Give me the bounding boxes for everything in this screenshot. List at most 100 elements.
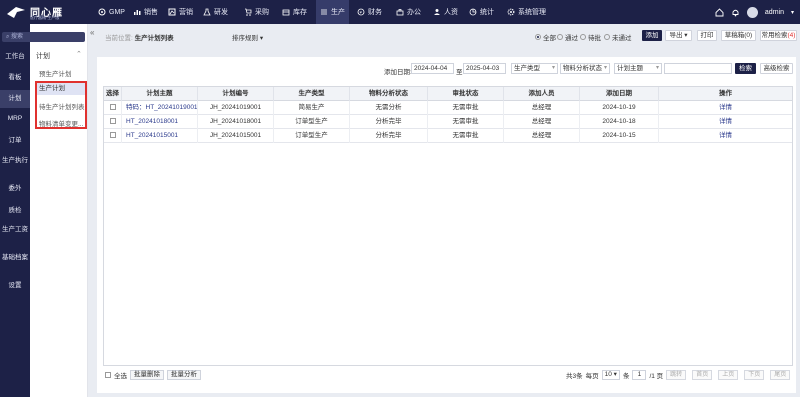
nav-stats[interactable]: 统计: [469, 0, 494, 24]
common-search-label: 常用检索: [761, 32, 788, 39]
table-row[interactable]: HT_20241015001 JH_20241015001 订单型生产 分析完毕…: [104, 129, 792, 143]
row-checkbox[interactable]: [109, 118, 116, 125]
date-from-input[interactable]: 2024-04-04: [411, 63, 454, 74]
material-cell: 无需分析: [350, 101, 428, 115]
detail-link[interactable]: 详情: [719, 118, 732, 125]
radio-rejected[interactable]: 未通过: [604, 32, 632, 42]
detail-link[interactable]: 详情: [719, 132, 732, 139]
table-row[interactable]: 特码：HT_20241019001 JH_20241019001 简易生产 无需…: [104, 101, 792, 115]
radio-label: 未通过: [612, 35, 632, 42]
radio-label: 待批: [588, 35, 601, 42]
jump-button[interactable]: 跳转: [666, 370, 687, 380]
sort-rule-dropdown[interactable]: 排序规则 ▾: [232, 32, 263, 42]
production-type-select[interactable]: 生产类型 ▾: [511, 63, 558, 74]
per-page-select[interactable]: 10 ▾: [601, 370, 620, 380]
batch-delete-button[interactable]: 批量删除: [130, 370, 164, 380]
nav-rnd[interactable]: 研发: [203, 0, 228, 24]
app-logo[interactable]: 同心雁 医疗器械·生产版: [6, 4, 90, 21]
subject-link[interactable]: 特码：HT_20241019001: [126, 104, 197, 111]
nav-gmp[interactable]: GMP: [98, 0, 125, 24]
add-button[interactable]: 添加: [642, 30, 662, 41]
page-input[interactable]: 1: [632, 370, 647, 380]
subject-link[interactable]: HT_20241015001: [126, 132, 178, 139]
code-cell: JH_20241019001: [198, 101, 274, 115]
next-page-button[interactable]: 下页: [744, 370, 765, 380]
sidebar-item-workbench[interactable]: 工作台: [0, 53, 30, 61]
gear-icon: [98, 8, 106, 16]
radio-all[interactable]: 全部: [535, 32, 556, 42]
search-icon: ⌕: [6, 34, 10, 40]
subnav-item-pending-list[interactable]: 待生产计划列表: [39, 101, 87, 111]
select-value: 物料分析状态: [563, 65, 602, 72]
nav-purchase[interactable]: 采购: [244, 0, 269, 24]
table-row[interactable]: HT_20241018001 JH_20241018001 订单型生产 分析完毕…: [104, 115, 792, 129]
nav-label: 生产: [331, 9, 345, 16]
radio-approved[interactable]: 通过: [557, 32, 578, 42]
nav-finance[interactable]: ¥ 财务: [357, 0, 382, 24]
sidebar-item-settings[interactable]: 设置: [0, 282, 30, 290]
plan-subject-select[interactable]: 计划主题 ▾: [614, 63, 662, 74]
row-checkbox[interactable]: [109, 104, 116, 111]
nav-sales[interactable]: 销售: [133, 0, 158, 24]
action-cell: 详情: [659, 129, 792, 143]
home-icon[interactable]: [715, 7, 724, 17]
select-all-label[interactable]: 全选: [114, 370, 127, 380]
last-page-button[interactable]: 尾页: [770, 370, 791, 380]
select-all-checkbox[interactable]: [105, 372, 111, 378]
advanced-search-button[interactable]: 高级检索: [760, 63, 793, 74]
sidebar-item-mrp[interactable]: MRP: [0, 115, 30, 123]
search-input[interactable]: ⌕ 搜索: [2, 32, 85, 42]
nav-marketing[interactable]: 营销: [168, 0, 193, 24]
sidebar-item-quality[interactable]: 质检: [0, 207, 30, 215]
username[interactable]: admin: [765, 9, 784, 16]
sidebar-item-outsource[interactable]: 委外: [0, 185, 30, 193]
subnav-item-plan[interactable]: 生产计划: [36, 83, 86, 95]
sidebar-item-wages[interactable]: 生产工资: [0, 226, 30, 234]
col-date: 添加日期: [580, 87, 659, 101]
sidebar-item-plan[interactable]: 计划: [0, 90, 30, 108]
nav-office[interactable]: 办公: [396, 0, 421, 24]
bell-icon[interactable]: [731, 8, 740, 17]
nav-system[interactable]: 系统管理: [507, 0, 546, 24]
nav-hr[interactable]: 人资: [433, 0, 458, 24]
radio-pending[interactable]: 待批: [580, 32, 601, 42]
chevron-up-icon[interactable]: ⌃: [76, 50, 82, 58]
draft-box-button[interactable]: 草稿箱(0): [721, 30, 756, 41]
chevron-down-icon: ▾: [259, 35, 264, 42]
subject-cell: 特码：HT_20241019001: [122, 101, 198, 115]
chevron-down-icon: ▾: [551, 65, 555, 71]
approval-cell: 无需审批: [428, 101, 504, 115]
code-cell: JH_20241018001: [198, 115, 274, 129]
detail-link[interactable]: 详情: [719, 104, 732, 111]
export-button[interactable]: 导出 ▾: [665, 30, 692, 41]
search-button[interactable]: 检索: [735, 63, 756, 74]
export-label: 导出: [669, 32, 683, 39]
chevron-down-icon: ▾: [613, 371, 617, 378]
subnav-item-pre-plan[interactable]: 预生产计划: [39, 68, 87, 78]
first-page-button[interactable]: 首页: [692, 370, 713, 380]
sidebar-item-order[interactable]: 订单: [0, 137, 30, 145]
batch-analyze-button[interactable]: 批量分析: [167, 370, 201, 380]
row-checkbox[interactable]: [109, 132, 116, 139]
material-status-select[interactable]: 物料分析状态 ▾: [560, 63, 610, 74]
nav-inventory[interactable]: 库存: [282, 0, 307, 24]
date-to-input[interactable]: 2025-04-03: [463, 63, 506, 74]
chevron-down-icon[interactable]: ▾: [791, 9, 794, 16]
avatar[interactable]: [746, 6, 758, 18]
subject-cell: HT_20241018001: [122, 115, 198, 129]
collapse-icon[interactable]: «: [90, 28, 94, 37]
sidebar-item-archives[interactable]: 基础档案: [0, 254, 30, 262]
subnav-title[interactable]: 计划: [36, 51, 50, 61]
sidebar-item-board[interactable]: 看板: [0, 74, 30, 82]
code-cell: JH_20241015001: [198, 129, 274, 143]
subject-link[interactable]: HT_20241018001: [126, 118, 178, 125]
common-search-button[interactable]: 常用检索(4): [760, 30, 797, 41]
nav-production[interactable]: 生产: [316, 0, 349, 24]
keyword-input[interactable]: [664, 63, 732, 74]
action-cell: 详情: [659, 115, 792, 129]
print-button[interactable]: 打印: [697, 30, 717, 41]
prev-page-button[interactable]: 上页: [718, 370, 739, 380]
sidebar-item-execution[interactable]: 生产执行: [0, 157, 30, 165]
subnav-item-bom-change[interactable]: 物料清单变更...: [39, 118, 87, 128]
type-cell: 简易生产: [274, 101, 350, 115]
